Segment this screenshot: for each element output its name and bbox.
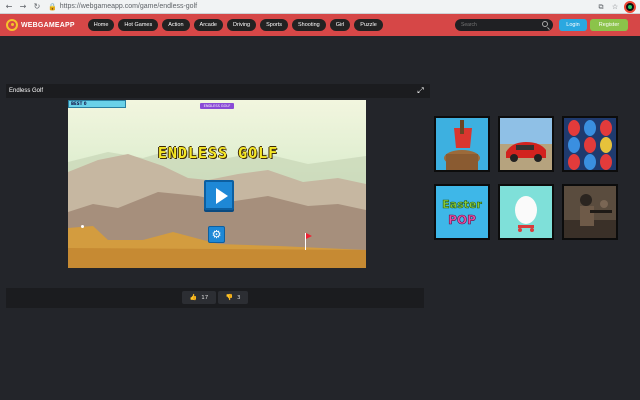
car-icon bbox=[500, 118, 552, 170]
login-label: Login bbox=[566, 22, 580, 28]
menu-item-shooting[interactable]: Shooting bbox=[292, 19, 326, 31]
main-menu: Home Hot Games Action Arcade Driving Spo… bbox=[87, 19, 383, 31]
login-button[interactable]: Login bbox=[559, 19, 587, 31]
extension-icon[interactable] bbox=[624, 1, 636, 13]
menu-item-driving[interactable]: Driving bbox=[226, 19, 257, 31]
game-area: BEST 0 ENDLESS GOLF ENDLESS GOLF ⚙ bbox=[6, 98, 430, 280]
lock-icon: 🔒 bbox=[48, 2, 57, 11]
site-header: WEBGAMEAPP Home Hot Games Action Arcade … bbox=[0, 14, 640, 36]
easter-pop-icon: Easter POP bbox=[436, 186, 488, 238]
soldier-icon bbox=[564, 186, 616, 238]
promo-badge[interactable]: ENDLESS GOLF bbox=[200, 103, 234, 109]
address-bar[interactable]: https://webgameapp.com/game/endless-golf bbox=[60, 3, 197, 10]
browser-toolbar: ← → ↻ 🔒 https://webgameapp.com/game/endl… bbox=[0, 0, 640, 14]
game-canvas[interactable]: BEST 0 ENDLESS GOLF ENDLESS GOLF ⚙ bbox=[68, 100, 366, 268]
flag-icon bbox=[306, 233, 312, 239]
logo-text: WEBGAMEAPP bbox=[21, 21, 75, 29]
related-games: Easter POP bbox=[434, 116, 618, 240]
egg-icon bbox=[500, 186, 552, 238]
like-button[interactable]: 👍 17 bbox=[182, 291, 216, 304]
dislike-count: 3 bbox=[236, 295, 241, 301]
dislike-button[interactable]: 👎 3 bbox=[218, 291, 248, 304]
related-game-tile-easter-pop[interactable]: Easter POP bbox=[434, 184, 490, 240]
gamepad-logo-icon bbox=[6, 19, 18, 31]
bookmark-star-icon[interactable]: ☆ bbox=[610, 2, 620, 12]
fullscreen-icon[interactable]: ⤢ bbox=[417, 87, 424, 95]
vote-bar: 👍 17 👎 3 bbox=[6, 288, 424, 308]
menu-item-home[interactable]: Home bbox=[87, 19, 115, 31]
golf-ball bbox=[81, 225, 84, 228]
search-icon[interactable] bbox=[542, 21, 548, 27]
forward-icon[interactable]: → bbox=[18, 2, 28, 12]
register-label: Register bbox=[598, 22, 620, 28]
game-title: Endless Golf bbox=[9, 88, 44, 94]
related-game-tile-eggs[interactable] bbox=[562, 116, 618, 172]
like-count: 17 bbox=[201, 295, 209, 301]
back-icon[interactable]: ← bbox=[4, 2, 14, 12]
axe-icon bbox=[436, 118, 488, 170]
eggs-icon bbox=[564, 118, 616, 170]
svg-text:POP: POP bbox=[448, 213, 476, 227]
game-logo-text: ENDLESS GOLF bbox=[157, 144, 279, 162]
thumbs-down-icon: 👎 bbox=[225, 294, 233, 301]
play-button[interactable] bbox=[204, 180, 234, 210]
related-game-tile-car[interactable] bbox=[498, 116, 554, 172]
menu-item-hot-games[interactable]: Hot Games bbox=[118, 19, 159, 31]
menu-item-arcade[interactable]: Arcade bbox=[193, 19, 223, 31]
register-button[interactable]: Register bbox=[590, 19, 628, 31]
settings-gear-icon[interactable]: ⚙ bbox=[208, 226, 225, 243]
game-title-bar: Endless Golf ⤢ bbox=[6, 84, 430, 98]
search-box bbox=[455, 19, 553, 31]
menu-item-sports[interactable]: Sports bbox=[260, 19, 288, 31]
svg-text:Easter: Easter bbox=[442, 198, 482, 211]
browser-actions: ⧉ ☆ bbox=[596, 1, 636, 13]
menu-item-puzzle[interactable]: Puzzle bbox=[354, 19, 383, 31]
related-game-tile-axe[interactable] bbox=[434, 116, 490, 172]
search-input[interactable] bbox=[455, 22, 539, 28]
best-score-badge: BEST 0 bbox=[68, 100, 126, 108]
translate-icon[interactable]: ⧉ bbox=[596, 2, 606, 12]
reload-icon[interactable]: ↻ bbox=[32, 2, 42, 12]
menu-item-action[interactable]: Action bbox=[162, 19, 190, 31]
site-logo[interactable]: WEBGAMEAPP bbox=[6, 19, 75, 31]
thumbs-up-icon: 👍 bbox=[189, 294, 198, 301]
related-game-tile-egg[interactable] bbox=[498, 184, 554, 240]
menu-item-girl[interactable]: Girl bbox=[329, 19, 351, 31]
related-game-tile-soldier[interactable] bbox=[562, 184, 618, 240]
